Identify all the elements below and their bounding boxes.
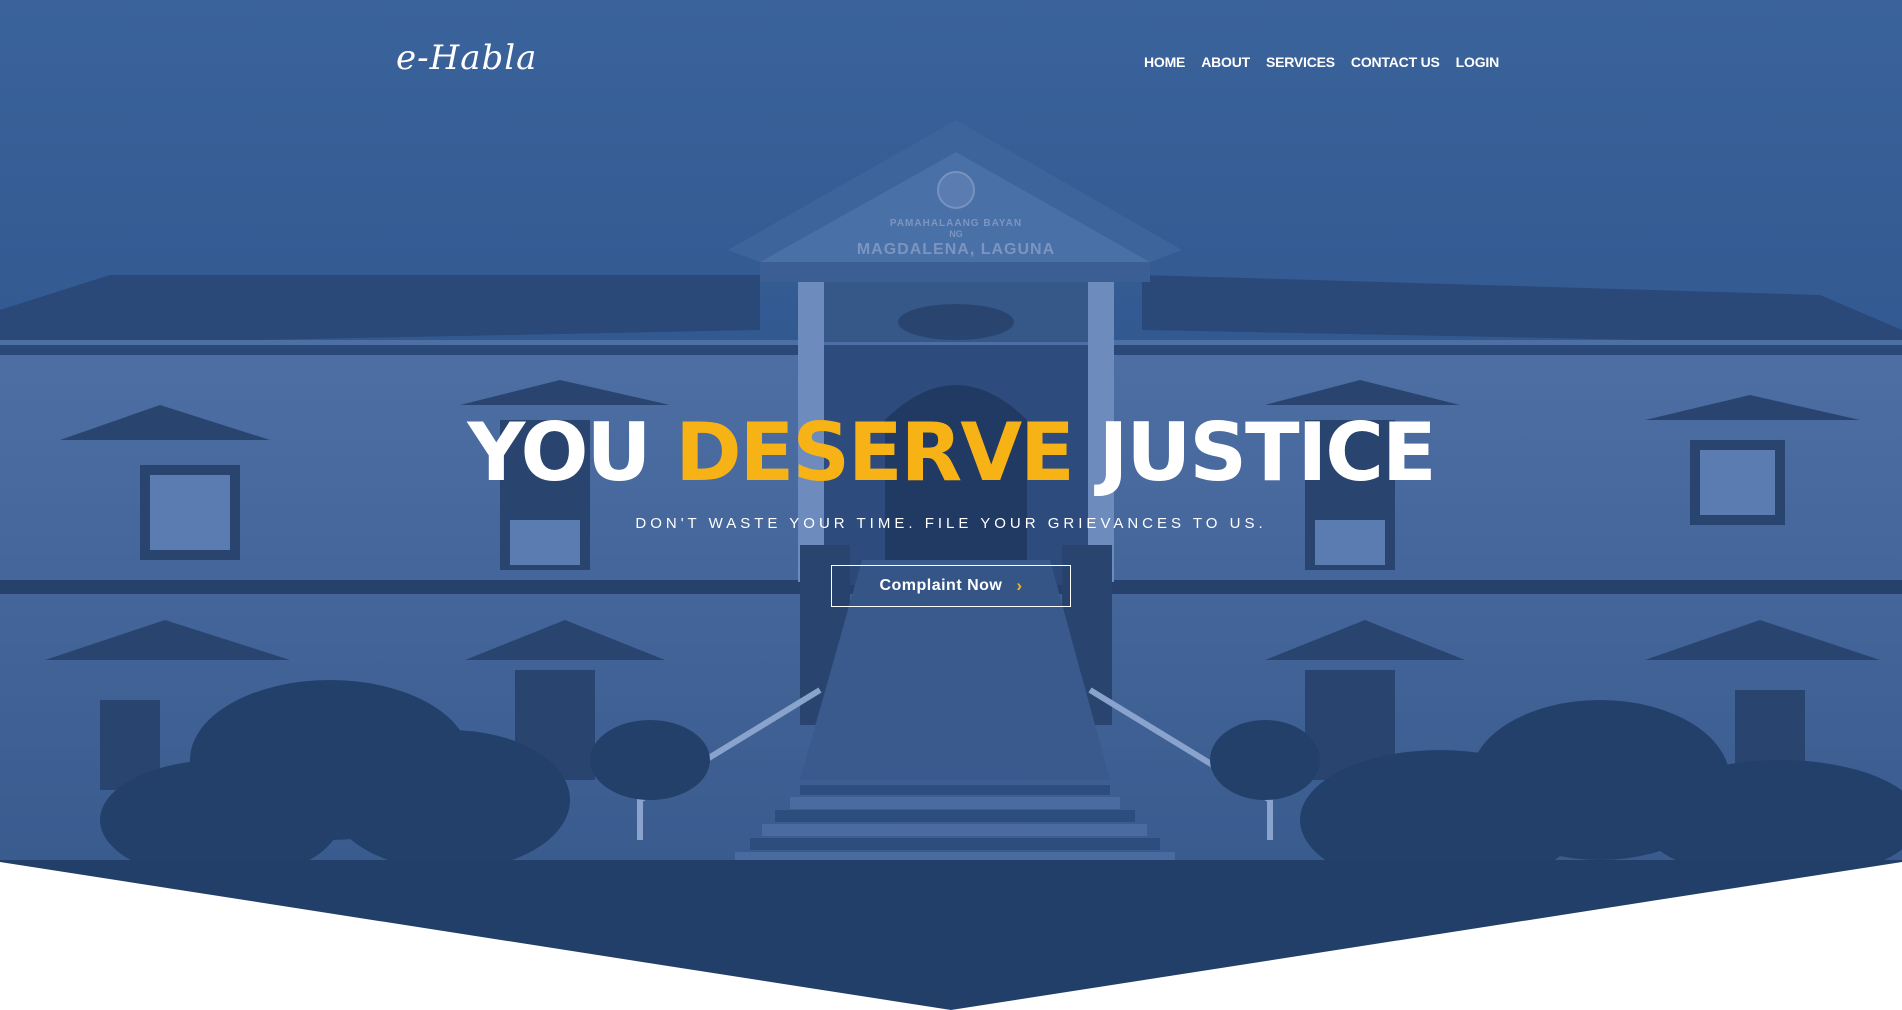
site-logo[interactable]: e-Habla bbox=[396, 38, 537, 78]
complaint-now-button[interactable]: Complaint Now › bbox=[831, 565, 1071, 607]
nav-services-link[interactable]: SERVICES bbox=[1266, 54, 1335, 70]
hero-background-image: PAMAHALAANG BAYAN NG MAGDALENA, LAGUNA bbox=[0, 0, 1902, 1010]
complaint-now-label: Complaint Now bbox=[879, 577, 1003, 594]
hero-section: PAMAHALAANG BAYAN NG MAGDALENA, LAGUNA e… bbox=[0, 0, 1902, 1010]
hero-tagline: DON'T WASTE YOUR TIME. FILE YOUR GRIEVAN… bbox=[635, 515, 1267, 532]
headline-accent: DESERVE bbox=[675, 406, 1074, 499]
hero-headline: YOU DESERVE JUSTICE bbox=[0, 405, 1902, 501]
headline-part-2: JUSTICE bbox=[1072, 406, 1437, 499]
chevron-right-icon: › bbox=[1016, 576, 1023, 595]
building-sign-line1: PAMAHALAANG BAYAN bbox=[890, 218, 1022, 229]
building-sign-line3: MAGDALENA, LAGUNA bbox=[857, 241, 1055, 258]
nav-contact-us-link[interactable]: CONTACT US bbox=[1351, 54, 1440, 70]
main-nav: HOME ABOUT SERVICES CONTACT US LOGIN bbox=[1144, 54, 1499, 70]
nav-home-link[interactable]: HOME bbox=[1144, 54, 1185, 70]
nav-about-link[interactable]: ABOUT bbox=[1201, 54, 1250, 70]
building-sign-line2: NG bbox=[949, 229, 963, 239]
headline-part-1: YOU bbox=[467, 406, 676, 499]
nav-login-link[interactable]: LOGIN bbox=[1456, 54, 1500, 70]
top-navbar: e-Habla HOME ABOUT SERVICES CONTACT US L… bbox=[0, 0, 1902, 126]
